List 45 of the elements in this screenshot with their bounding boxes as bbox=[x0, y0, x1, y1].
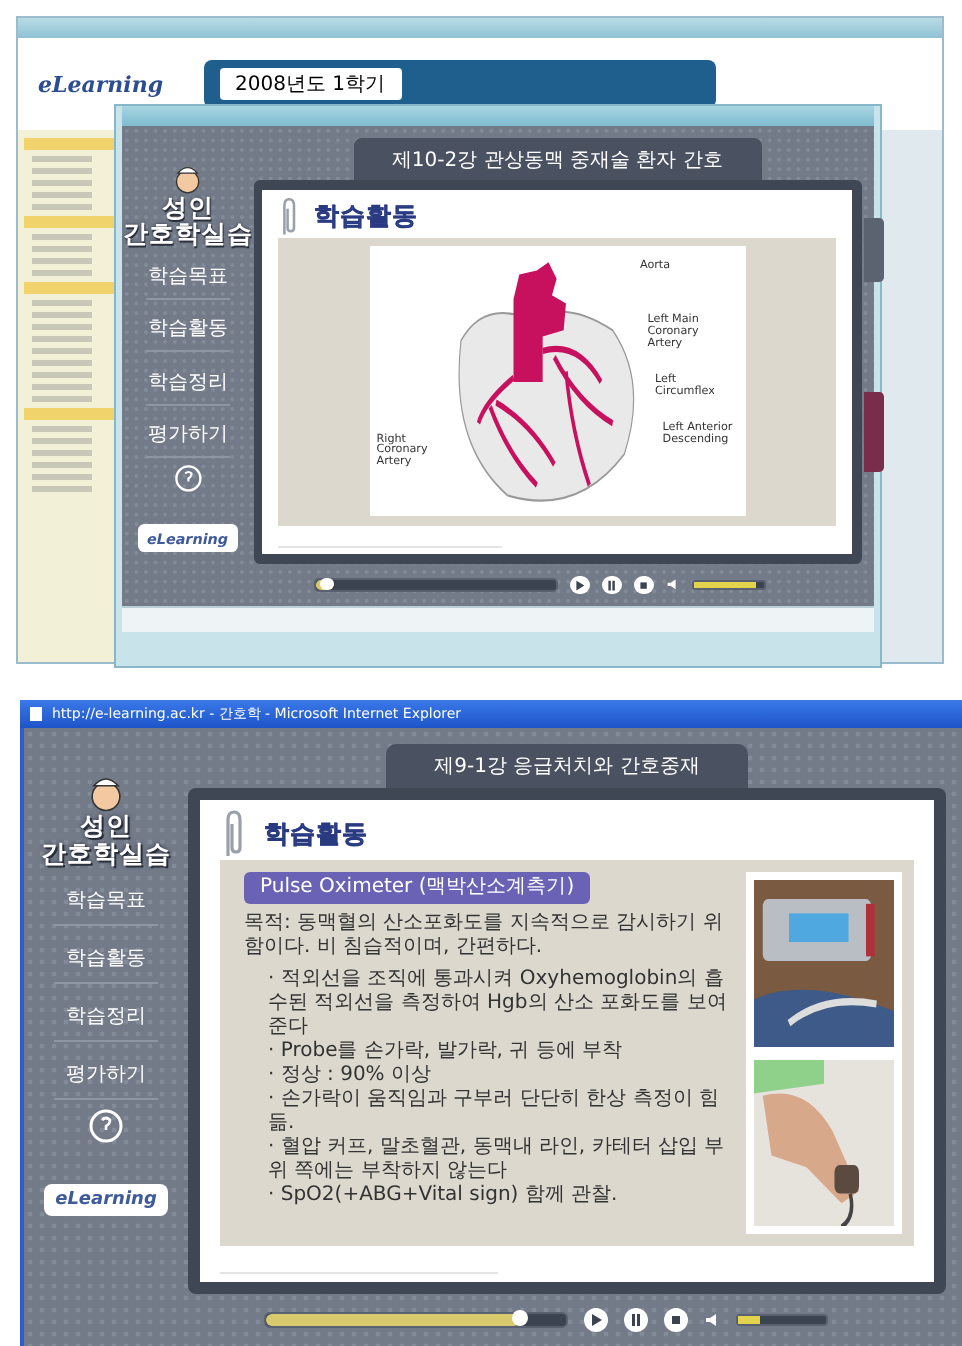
bullet-text: · SpO2(+ABG+Vital sign) 함께 관찰. bbox=[268, 1184, 620, 1208]
nav-item[interactable]: 학습활동 bbox=[54, 933, 158, 983]
page-icon bbox=[28, 706, 44, 722]
volume-slider[interactable] bbox=[735, 1314, 827, 1326]
bullet-text: · 정상 : 90% 이상 bbox=[268, 1064, 433, 1088]
media-button[interactable] bbox=[623, 1308, 647, 1332]
speaker-icon bbox=[703, 1312, 719, 1328]
speaker-icon bbox=[665, 578, 679, 592]
nav-item[interactable]: 평가하기 bbox=[54, 1049, 158, 1099]
nav-item[interactable]: 학습정리 bbox=[146, 359, 230, 406]
site-logo[interactable]: eLearning bbox=[38, 71, 164, 97]
play-icon bbox=[570, 575, 590, 595]
nav-item[interactable]: 학습정리 bbox=[54, 991, 158, 1041]
course-logo: 성인 간호학실습 bbox=[41, 772, 171, 867]
lesson-title: 제9-1강 응급처치와 간호중재 bbox=[386, 744, 748, 788]
lesson-title: 제10-2강 관상동맥 중재술 환자 간호 bbox=[353, 138, 761, 180]
bullet-text: · 적외선을 조직에 통과시켜 Oxyhemoglobin의 흡수된 적외선을 측정하여 Hgb의 산소 포화도를 보여준다 bbox=[268, 968, 729, 1040]
slider-thumb[interactable] bbox=[512, 1310, 528, 1326]
paperclip-icon bbox=[220, 808, 248, 860]
course-logo: 성인 간호학실습 bbox=[122, 161, 253, 249]
topic-badge: Pulse Oximeter (맥박산소계측기) bbox=[244, 872, 591, 904]
bullet-text: · Probe를 손가락, 발가락, 귀 등에 부착 bbox=[268, 1040, 624, 1064]
bullet-text: · 손가락이 움직임과 구부러 단단히 한상 측정이 힘듦. bbox=[268, 1088, 721, 1136]
progress-bar[interactable] bbox=[313, 578, 558, 592]
nav-item[interactable]: 학습목표 bbox=[146, 254, 230, 301]
section-title: 학습활동 bbox=[313, 199, 418, 234]
nav-item[interactable]: 평가하기 bbox=[146, 411, 230, 458]
partner-logo[interactable]: eLearning bbox=[43, 1183, 169, 1215]
media-button[interactable] bbox=[570, 575, 590, 595]
help-icon[interactable] bbox=[88, 1107, 124, 1143]
section-title: 학습활동 bbox=[264, 817, 368, 851]
nav-item[interactable]: 학습활동 bbox=[146, 306, 230, 353]
media-button[interactable] bbox=[583, 1308, 607, 1332]
term-field[interactable]: 2008년도 1학기 bbox=[219, 68, 402, 100]
media-button[interactable] bbox=[634, 575, 654, 595]
purpose-text: 목적: 동맥혈의 산소포화도를 지속적으로 감시하기 위함이다. 비 침습적이며, 간편하다. bbox=[244, 912, 725, 960]
media-button[interactable] bbox=[663, 1308, 687, 1332]
nav-item[interactable]: 학습목표 bbox=[54, 875, 158, 925]
progress-bar[interactable] bbox=[263, 1312, 567, 1328]
media-button[interactable] bbox=[602, 575, 622, 595]
partner-logo[interactable]: eLearning bbox=[137, 524, 238, 553]
bullet-text: · 혈압 커프, 말초혈관, 동맥내 라인, 카테터 삽입 부위 쪽에는 부착하지 않는다 bbox=[268, 1136, 727, 1184]
slider-thumb[interactable] bbox=[320, 577, 334, 590]
volume-slider[interactable] bbox=[691, 580, 766, 591]
help-icon[interactable] bbox=[173, 464, 202, 493]
